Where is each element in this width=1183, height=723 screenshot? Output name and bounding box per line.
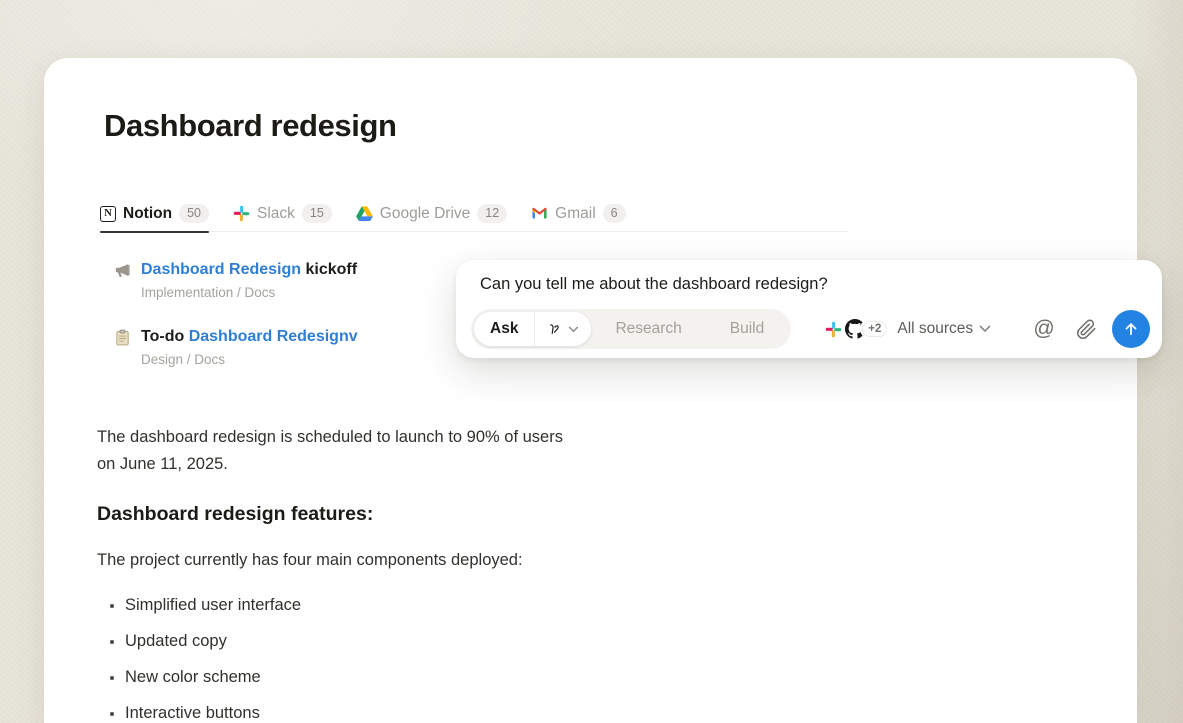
- at-icon: @: [1033, 317, 1054, 341]
- slack-icon: [825, 321, 842, 338]
- mode-research-button[interactable]: Research: [591, 320, 705, 338]
- mode-segmented-control: Ask Research Build: [471, 309, 791, 349]
- send-button[interactable]: [1112, 310, 1150, 348]
- tab-notion-label: Notion: [123, 205, 172, 223]
- tab-slack-count: 15: [302, 204, 332, 223]
- tab-notion-count: 50: [179, 204, 209, 223]
- tab-google-drive-label: Google Drive: [380, 205, 470, 223]
- paperclip-icon: [1076, 319, 1097, 340]
- list-item: Interactive buttons: [97, 700, 717, 723]
- tab-gmail-label: Gmail: [555, 205, 595, 223]
- document-card: Dashboard redesign N Notion 50 Slack 15 …: [44, 58, 1137, 723]
- gmail-icon: [531, 205, 548, 222]
- tab-google-drive[interactable]: Google Drive 12: [356, 196, 507, 232]
- result-link[interactable]: Dashboard Redesign: [141, 261, 301, 278]
- result-link[interactable]: Dashboard Redesignv: [189, 328, 358, 345]
- result-title: Dashboard Redesign kickoff: [141, 261, 357, 279]
- chevron-down-icon: [568, 326, 579, 333]
- mode-ask-button[interactable]: Ask: [474, 312, 535, 346]
- clipboard-icon: [114, 329, 131, 346]
- search-result-kickoff[interactable]: Dashboard Redesign kickoff Implementatio…: [114, 261, 357, 300]
- components-intro: The project currently has four main comp…: [97, 547, 717, 574]
- features-list: Simplified user interface Updated copy N…: [97, 592, 717, 723]
- attach-button[interactable]: [1072, 315, 1100, 343]
- features-heading: Dashboard redesign features:: [97, 501, 717, 528]
- notion-ai-face-icon: [547, 322, 562, 337]
- arrow-up-icon: [1122, 320, 1140, 338]
- list-item: Simplified user interface: [97, 592, 717, 619]
- tab-gmail[interactable]: Gmail 6: [531, 196, 625, 232]
- result-breadcrumb: Implementation / Docs: [141, 285, 357, 300]
- ask-toolbar: Ask Research Build: [471, 309, 1150, 349]
- megaphone-icon: [114, 262, 131, 279]
- extra-sources-badge: +2: [862, 321, 887, 337]
- tab-google-drive-count: 12: [477, 204, 507, 223]
- tab-slack-label: Slack: [257, 205, 295, 223]
- list-item: New color scheme: [97, 664, 717, 691]
- ask-bar: Ask Research Build: [456, 260, 1162, 358]
- intro-paragraph: The dashboard redesign is scheduled to l…: [97, 424, 717, 478]
- result-title: To-do Dashboard Redesignv: [141, 328, 358, 346]
- mention-button[interactable]: @: [1030, 315, 1058, 343]
- document-body: The dashboard redesign is scheduled to l…: [97, 424, 717, 723]
- source-tabs: N Notion 50 Slack 15 Google Drive 12: [100, 196, 848, 232]
- result-breadcrumb: Design / Docs: [141, 352, 358, 367]
- slack-icon: [233, 205, 250, 222]
- all-sources-label: All sources: [897, 320, 973, 338]
- model-selector-button[interactable]: [535, 312, 591, 346]
- google-drive-icon: [356, 205, 373, 222]
- tab-gmail-count: 6: [603, 204, 626, 223]
- chevron-down-icon: [979, 325, 991, 333]
- notion-icon: N: [100, 206, 116, 222]
- mode-build-button[interactable]: Build: [706, 320, 788, 338]
- list-item: Updated copy: [97, 628, 717, 655]
- page-title: Dashboard redesign: [104, 108, 397, 144]
- search-result-todo[interactable]: To-do Dashboard Redesignv Design / Docs: [114, 328, 358, 367]
- sources-selector[interactable]: +2 All sources: [825, 319, 991, 339]
- tab-slack[interactable]: Slack 15: [233, 196, 332, 232]
- ask-input[interactable]: [480, 275, 1120, 294]
- tab-notion[interactable]: N Notion 50: [100, 196, 209, 232]
- mode-active-pill: Ask: [474, 312, 591, 346]
